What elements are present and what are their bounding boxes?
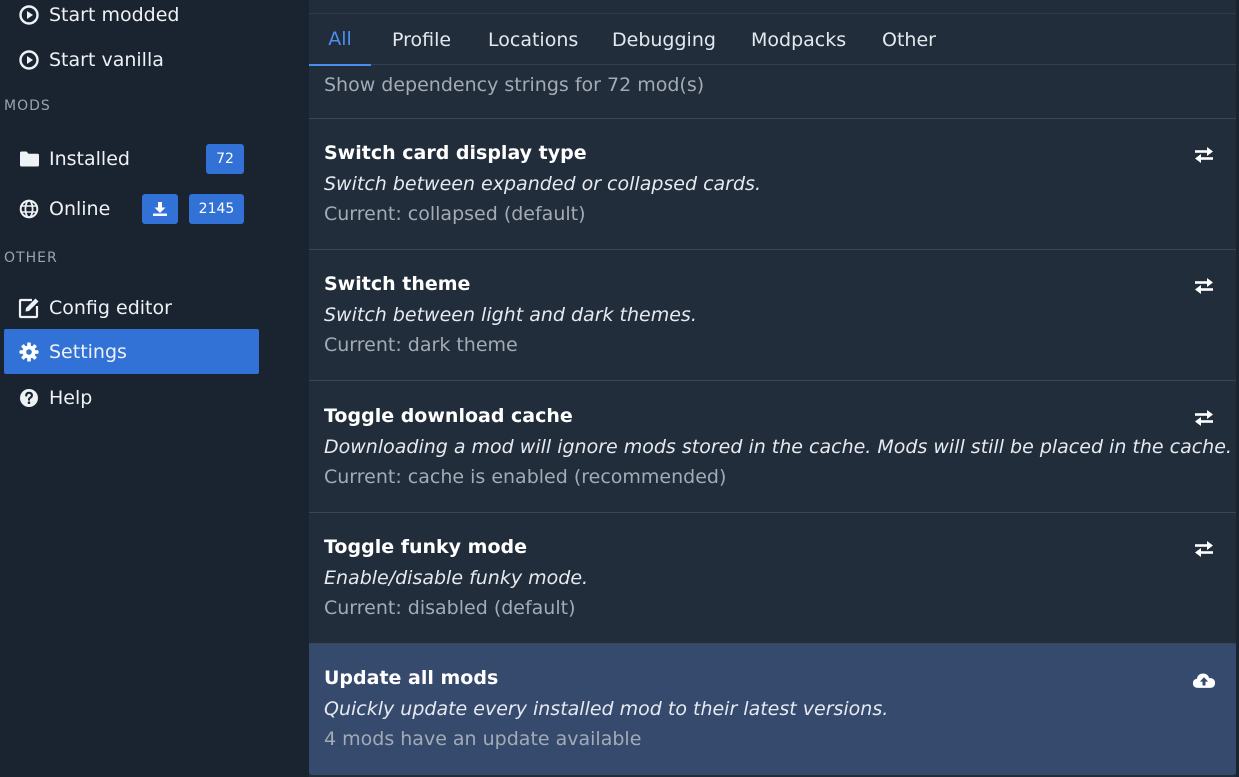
folder-icon xyxy=(18,148,40,170)
config-editor-label: Config editor xyxy=(49,296,172,319)
installed-label: Installed xyxy=(49,147,130,170)
play-circle-icon xyxy=(18,49,40,71)
setting-description: Switch between light and dark themes. xyxy=(324,304,697,326)
sidebar-item-help[interactable]: Help xyxy=(4,375,259,420)
setting-description: Quickly update every installed mod to th… xyxy=(324,698,889,720)
globe-icon xyxy=(18,198,40,220)
start-modded-label: Start modded xyxy=(49,3,180,26)
gear-icon xyxy=(18,341,40,363)
exchange-icon[interactable] xyxy=(1192,537,1216,561)
section-label-mods: MODS xyxy=(4,98,51,114)
section-label-other: OTHER xyxy=(4,250,58,266)
tab-other[interactable]: Other xyxy=(882,14,936,66)
setting-current-value: Current: collapsed (default) xyxy=(324,203,586,225)
exchange-icon[interactable] xyxy=(1192,143,1216,167)
setting-card-switch-card-display[interactable]: Switch card display type Switch between … xyxy=(309,119,1236,250)
setting-title: Switch card display type xyxy=(324,142,587,164)
sidebar-item-installed[interactable]: Installed 72 xyxy=(4,136,259,181)
online-label: Online xyxy=(49,197,111,220)
download-icon xyxy=(152,201,168,217)
setting-card-update-all-mods[interactable]: Update all mods Quickly update every ins… xyxy=(309,644,1236,775)
cloud-upload-icon[interactable] xyxy=(1192,668,1216,692)
setting-title: Toggle download cache xyxy=(324,405,573,427)
exchange-icon[interactable] xyxy=(1192,406,1216,430)
tab-all[interactable]: All xyxy=(309,14,371,66)
tab-debugging[interactable]: Debugging xyxy=(612,14,716,66)
sidebar-item-online[interactable]: Online 2145 xyxy=(4,186,259,231)
installed-count-badge: 72 xyxy=(206,143,244,174)
setting-current-value: 4 mods have an update available xyxy=(324,728,642,750)
setting-title: Switch theme xyxy=(324,273,471,295)
download-button[interactable] xyxy=(142,193,178,224)
question-circle-icon xyxy=(18,387,40,409)
tab-locations[interactable]: Locations xyxy=(488,14,578,66)
setting-description: Switch between expanded or collapsed car… xyxy=(324,173,761,195)
settings-tabs: All Profile Locations Debugging Modpacks… xyxy=(309,13,1236,66)
start-vanilla-label: Start vanilla xyxy=(49,48,164,71)
edit-icon xyxy=(18,297,40,319)
setting-current-value: Current: dark theme xyxy=(324,334,518,356)
setting-current-value: Current: disabled (default) xyxy=(324,597,576,619)
setting-title: Update all mods xyxy=(324,667,499,689)
start-vanilla-button[interactable]: Start vanilla xyxy=(4,37,259,82)
setting-description: Enable/disable funky mode. xyxy=(324,567,589,589)
online-count-badge: 2145 xyxy=(189,193,244,224)
setting-card-switch-theme[interactable]: Switch theme Switch between light and da… xyxy=(309,250,1236,381)
sidebar: Start modded Start vanilla MODS Installe… xyxy=(0,0,280,777)
settings-label: Settings xyxy=(49,340,127,363)
sidebar-item-config-editor[interactable]: Config editor xyxy=(4,285,259,330)
tab-modpacks[interactable]: Modpacks xyxy=(751,14,846,66)
setting-current-value: Show dependency strings for 72 mod(s) xyxy=(324,74,705,96)
help-label: Help xyxy=(49,386,93,409)
start-modded-button[interactable]: Start modded xyxy=(4,0,259,37)
setting-description: Downloading a mod will ignore mods store… xyxy=(324,436,1232,458)
sidebar-item-settings[interactable]: Settings xyxy=(4,329,259,374)
setting-card-toggle-funky-mode[interactable]: Toggle funky mode Enable/disable funky m… xyxy=(309,513,1236,644)
app-window: Start modded Start vanilla MODS Installe… xyxy=(0,0,1239,777)
setting-title: Toggle funky mode xyxy=(324,536,527,558)
play-circle-icon xyxy=(18,4,40,26)
settings-panel: All Profile Locations Debugging Modpacks… xyxy=(309,0,1236,777)
exchange-icon[interactable] xyxy=(1192,274,1216,298)
setting-current-value: Current: cache is enabled (recommended) xyxy=(324,466,727,488)
tab-profile[interactable]: Profile xyxy=(392,14,451,66)
setting-card-toggle-download-cache[interactable]: Toggle download cache Downloading a mod … xyxy=(309,382,1236,513)
setting-card-dependency-strings[interactable]: Show dependency strings for 72 mod(s) xyxy=(309,66,1236,119)
